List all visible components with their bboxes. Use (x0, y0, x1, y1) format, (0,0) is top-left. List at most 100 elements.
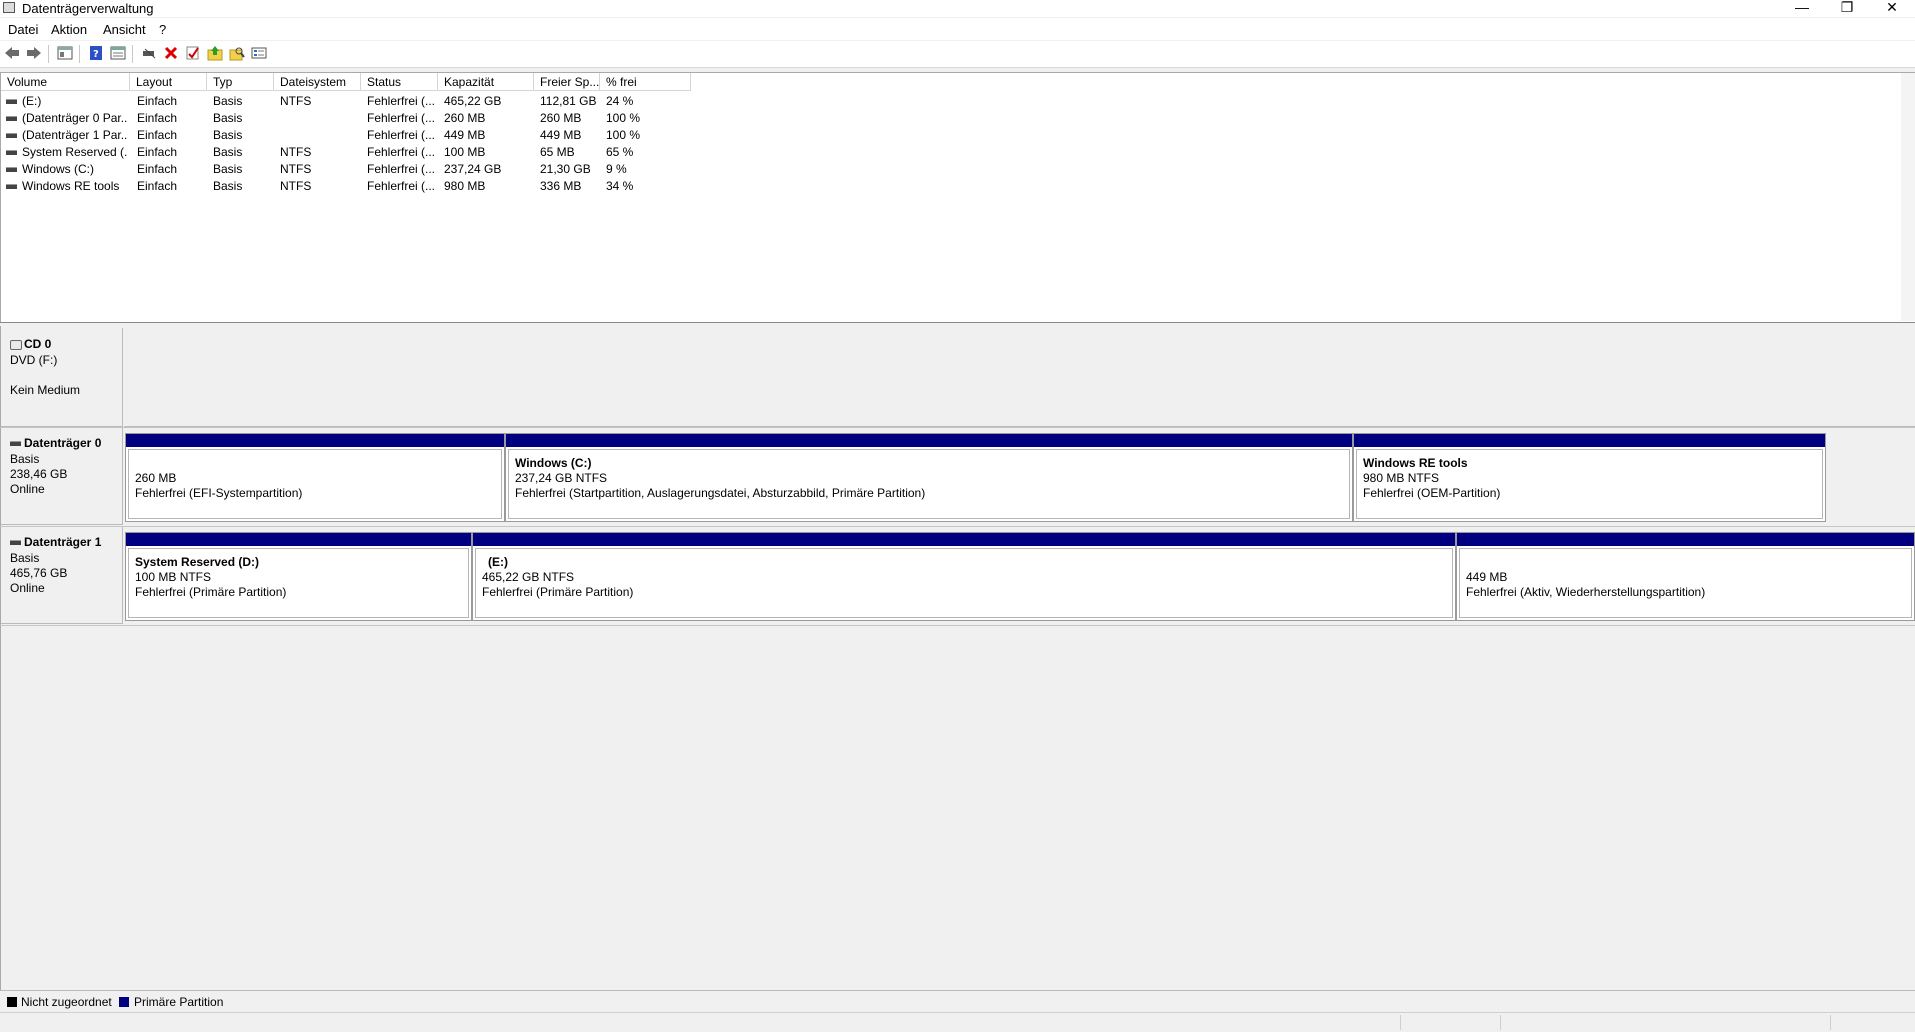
status-bar (0, 1012, 1915, 1032)
volume-cell-layout: Einfach (137, 145, 178, 159)
column-header-kapazitaet[interactable]: Kapazität (438, 73, 534, 91)
partition-size: 100 MB NTFS (135, 570, 212, 584)
volume-icon (6, 99, 17, 104)
disk-icon (10, 540, 21, 546)
partition-body: (E:) 465,22 GB NTFS Fehlerfrei (Primäre … (475, 548, 1453, 618)
volume-row[interactable]: Windows RE tools Einfach Basis NTFS Fehl… (1, 178, 1901, 195)
column-header-layout[interactable]: Layout (130, 73, 207, 91)
volume-row[interactable]: (Datenträger 0 Par... Einfach Basis Fehl… (1, 110, 1901, 127)
volume-cell-freier-speicher: 112,81 GB (540, 94, 597, 108)
cd0-name: CD 0 (24, 337, 52, 351)
volume-icon (6, 167, 17, 172)
menu-help[interactable]: ? (159, 22, 166, 37)
disk0-partition-windows-c[interactable]: Windows (C:) 237,24 GB NTFS Fehlerfrei (… (505, 433, 1353, 522)
delete-icon[interactable] (163, 45, 179, 61)
primary-partition-bar (1457, 533, 1914, 546)
menu-ansicht[interactable]: Ansicht (103, 22, 146, 37)
volume-cell-layout: Einfach (137, 111, 178, 125)
menu-datei[interactable]: Datei (8, 22, 38, 37)
partition-size: 237,24 GB NTFS (515, 471, 608, 485)
disk-icon (10, 441, 21, 447)
volume-cell-prozent-frei: 100 % (606, 111, 641, 125)
disk0-name: Datenträger 0 (24, 436, 102, 450)
forward-icon[interactable] (26, 45, 42, 61)
partition-status: Fehlerfrei (Primäre Partition) (482, 585, 634, 599)
disk1-partition-system-reserved[interactable]: System Reserved (D:) 100 MB NTFS Fehlerf… (125, 532, 472, 621)
toolbar-separator (79, 45, 80, 63)
volume-cell-freier-speicher: 260 MB (540, 111, 582, 125)
partition-status: Fehlerfrei (Aktiv, Wiederherstellungspar… (1466, 585, 1706, 599)
volume-cell-name: Windows (C:) (22, 162, 95, 176)
properties-view-icon[interactable] (110, 45, 126, 61)
column-header-prozent-frei[interactable]: % frei (600, 73, 691, 91)
volume-icon (6, 116, 17, 121)
volume-cell-layout: Einfach (137, 128, 178, 142)
volume-icon (6, 150, 17, 155)
disk1-partition-e[interactable]: (E:) 465,22 GB NTFS Fehlerfrei (Primäre … (472, 532, 1456, 621)
volume-cell-typ: Basis (213, 111, 243, 125)
disk0-label[interactable]: Datenträger 0 Basis 238,46 GB Online (1, 428, 123, 525)
minimize-button[interactable]: — (1780, 0, 1824, 17)
checkmark-icon[interactable] (185, 45, 201, 61)
volume-cell-name: (E:) (22, 94, 42, 108)
window-title: Datenträgerverwaltung (22, 1, 154, 16)
disk1-state: Online (10, 581, 45, 595)
back-icon[interactable] (4, 45, 20, 61)
volume-cell-prozent-frei: 9 % (606, 162, 627, 176)
restore-button[interactable]: ❐ (1825, 0, 1869, 17)
volume-cell-name: (Datenträger 1 Par... (22, 128, 127, 142)
cd0-empty-area (124, 326, 1915, 427)
volume-row[interactable]: (E:) Einfach Basis NTFS Fehlerfrei (... … (1, 93, 1901, 110)
column-header-freier-speicher[interactable]: Freier Sp... (534, 73, 600, 91)
volume-cell-typ: Basis (213, 179, 243, 193)
primary-partition-bar (473, 533, 1455, 546)
disk1-partition-recovery[interactable]: 449 MB Fehlerfrei (Aktiv, Wiederherstell… (1456, 532, 1915, 621)
volume-cell-kapazitaet: 980 MB (444, 179, 486, 193)
partition-size: 980 MB NTFS (1363, 471, 1440, 485)
partition-body: Windows RE tools 980 MB NTFS Fehlerfrei … (1356, 449, 1823, 519)
svg-text:?: ? (93, 49, 99, 60)
disk0-partition-windows-re-tools[interactable]: Windows RE tools 980 MB NTFS Fehlerfrei … (1353, 433, 1826, 522)
column-header-typ[interactable]: Typ (207, 73, 274, 91)
column-header-dateisystem[interactable]: Dateisystem (274, 73, 361, 91)
partition-title: Windows RE tools (1363, 456, 1468, 470)
disk-separator (0, 526, 1915, 527)
up-folder-icon[interactable] (207, 45, 223, 61)
legend-swatch-unallocated (7, 997, 17, 1007)
volume-icon (6, 133, 17, 138)
volume-row[interactable]: (Datenträger 1 Par... Einfach Basis Fehl… (1, 127, 1901, 144)
menu-aktion[interactable]: Aktion (51, 22, 87, 37)
partition-body: Windows (C:) 237,24 GB NTFS Fehlerfrei (… (508, 449, 1350, 519)
volume-cell-kapazitaet: 449 MB (444, 128, 486, 142)
volume-cell-name: (Datenträger 0 Par... (22, 111, 127, 125)
list-view-icon[interactable] (251, 45, 267, 61)
disk-separator (0, 427, 1915, 428)
legend-label-primary: Primäre Partition (134, 995, 224, 1009)
column-header-status[interactable]: Status (361, 73, 438, 91)
show-hide-console-tree-icon[interactable] (57, 45, 73, 61)
volume-cell-name: System Reserved (... (22, 145, 127, 159)
title-bar: Datenträgerverwaltung — ❐ ✕ (0, 0, 1915, 17)
disk1-label[interactable]: Datenträger 1 Basis 465,76 GB Online (1, 527, 123, 624)
volume-row[interactable]: System Reserved (... Einfach Basis NTFS … (1, 144, 1901, 161)
help-icon[interactable]: ? (88, 45, 104, 61)
volume-cell-status: Fehlerfrei (... (367, 111, 436, 125)
cd-drive-icon (10, 339, 22, 350)
partition-size: 465,22 GB NTFS (482, 570, 575, 584)
legend-label-unallocated: Nicht zugeordnet (21, 995, 112, 1009)
volume-list: Volume Layout Typ Dateisystem Status Kap… (0, 72, 1915, 322)
volume-row[interactable]: Windows (C:) Einfach Basis NTFS Fehlerfr… (1, 161, 1901, 178)
volume-cell-prozent-frei: 24 % (606, 94, 634, 108)
volume-cell-typ: Basis (213, 162, 243, 176)
close-button[interactable]: ✕ (1870, 0, 1914, 17)
volume-cell-freier-speicher: 449 MB (540, 128, 582, 142)
cd0-label[interactable]: CD 0 DVD (F:) Kein Medium (1, 328, 123, 427)
disk0-partition-efi[interactable]: 260 MB Fehlerfrei (EFI-Systempartition) (125, 433, 505, 522)
column-header-volume[interactable]: Volume (1, 73, 130, 91)
volume-list-scrollbar[interactable] (1901, 73, 1915, 321)
cd0-media: Kein Medium (10, 383, 81, 397)
volume-cell-freier-speicher: 21,30 GB (540, 162, 591, 176)
search-folder-icon[interactable] (229, 45, 245, 61)
connect-disk-icon[interactable] (141, 45, 157, 61)
status-bar-segment (1830, 1015, 1831, 1030)
